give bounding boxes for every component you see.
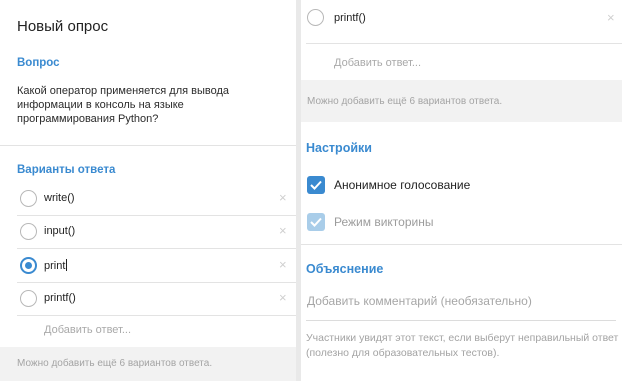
option-text: print [44, 260, 66, 272]
answers-label: Варианты ответа [17, 164, 116, 176]
divider [0, 145, 296, 146]
close-icon[interactable]: × [279, 224, 287, 237]
poll-editor-right-panel: printf() × Добавить ответ... Можно добав… [301, 0, 622, 381]
answer-option[interactable]: printf() × [301, 3, 622, 35]
close-icon[interactable]: × [279, 291, 287, 304]
input-underline [306, 320, 616, 321]
options-limit-hint: Можно добавить ещё 6 вариантов ответа. [301, 80, 622, 122]
text-cursor [66, 259, 68, 271]
settings-label: Настройки [306, 141, 372, 155]
option-radio[interactable] [20, 223, 37, 240]
answer-option[interactable]: printf() × [0, 283, 296, 315]
answer-option-correct[interactable]: print × [0, 249, 296, 281]
option-radio-selected[interactable] [20, 257, 37, 274]
quiz-mode-label[interactable]: Режим викторины [334, 215, 433, 229]
option-radio[interactable] [20, 190, 37, 207]
option-radio[interactable] [307, 9, 324, 26]
option-radio[interactable] [20, 290, 37, 307]
divider [17, 315, 296, 316]
explanation-label: Объяснение [306, 262, 384, 276]
close-icon[interactable]: × [607, 11, 615, 24]
close-icon[interactable]: × [279, 258, 287, 271]
explanation-input[interactable]: Добавить комментарий (необязательно) [307, 294, 532, 308]
answer-option[interactable]: input() × [0, 216, 296, 248]
option-text-editing[interactable]: print [44, 259, 68, 272]
question-label: Вопрос [17, 57, 60, 69]
checkmark-icon [310, 180, 322, 190]
option-text[interactable]: printf() [334, 12, 366, 24]
answer-option[interactable]: write() × [0, 182, 296, 214]
quiz-mode-checkbox[interactable] [307, 213, 325, 231]
add-answer-input[interactable]: Добавить ответ... [334, 57, 421, 69]
divider [306, 43, 622, 44]
close-icon[interactable]: × [279, 191, 287, 204]
options-limit-hint: Можно добавить ещё 6 вариантов ответа. [0, 347, 296, 381]
option-text[interactable]: write() [44, 192, 75, 204]
question-input[interactable]: Какой оператор применяется для вывода ин… [17, 84, 277, 126]
anonymous-voting-label[interactable]: Анонимное голосование [334, 178, 470, 192]
anonymous-voting-checkbox[interactable] [307, 176, 325, 194]
option-text[interactable]: printf() [44, 292, 76, 304]
explanation-note: Участники увидят этот текст, если выберу… [306, 332, 619, 359]
checkmark-icon [310, 217, 322, 227]
divider [301, 244, 622, 245]
add-answer-input[interactable]: Добавить ответ... [44, 324, 131, 336]
option-text[interactable]: input() [44, 225, 75, 237]
page-title: Новый опрос [17, 18, 109, 35]
poll-editor-left-panel: Новый опрос Вопрос Какой оператор примен… [0, 0, 296, 381]
